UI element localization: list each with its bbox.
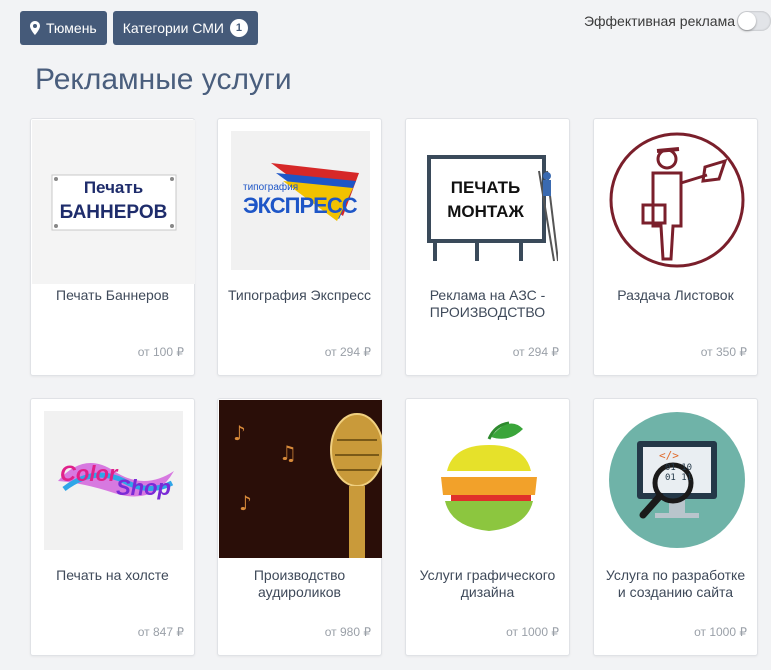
effective-ads-filter: Эффективная реклама: [584, 11, 771, 31]
service-card-audio-ads[interactable]: ♪ ♫ ♪ ♫ Производство аудироликов от 980 …: [217, 398, 382, 656]
categories-label: Категории СМИ: [122, 20, 224, 36]
card-price: от 1000 ₽: [506, 625, 559, 639]
categories-button[interactable]: Категории СМИ 1: [112, 11, 258, 45]
card-price: от 100 ₽: [137, 345, 184, 359]
gas-station-ads-image: ПЕЧАТЬ МОНТАЖ: [419, 131, 558, 270]
typography-image-line2: ЭКСПРЕСС: [243, 193, 358, 218]
leaflets-image: [607, 131, 746, 270]
typography-image: типография ЭКСПРЕСС: [231, 131, 370, 270]
service-card-banner-printing[interactable]: Печать БАННЕРОВ Печать Баннеров от 100 ₽: [30, 118, 195, 376]
apple-icon: [441, 421, 537, 531]
banner-image-line2: БАННЕРОВ: [59, 202, 168, 223]
city-button[interactable]: Тюмень: [20, 11, 107, 45]
card-title: Раздача Листовок: [617, 287, 734, 303]
svg-text:♪: ♪: [239, 491, 252, 515]
svg-text:♪: ♪: [233, 421, 246, 445]
topbar: Тюмень Категории СМИ 1: [20, 11, 258, 45]
service-card-web-development[interactable]: </> 01 10 01 11 Услуга по разработке и с…: [593, 398, 758, 656]
card-price: от 980 ₽: [324, 625, 371, 639]
card-title: Реклама на АЗС - ПРОИЗВОДСТВО: [429, 287, 546, 320]
banner-image-line1: Печать: [83, 178, 144, 197]
card-title: Печать Баннеров: [56, 287, 169, 303]
typography-image-line1: типография: [243, 182, 299, 193]
billboard-image-line1: ПЕЧАТЬ: [450, 178, 521, 197]
card-title: Услуги графического дизайна: [419, 567, 556, 600]
microphone-icon: ♪ ♫ ♪ ♫: [219, 400, 382, 558]
audio-ads-image: ♪ ♫ ♪ ♫: [219, 400, 382, 558]
card-price: от 847 ₽: [137, 625, 184, 639]
card-price: от 1000 ₽: [694, 625, 747, 639]
service-card-canvas-printing[interactable]: Color Shop Печать на холсте от 847 ₽: [30, 398, 195, 656]
code-brackets-text: </>: [659, 449, 679, 462]
location-pin-icon: [30, 21, 40, 35]
card-price: от 294 ₽: [512, 345, 559, 359]
graphic-design-image: [419, 411, 558, 550]
city-label: Тюмень: [46, 20, 97, 36]
effective-ads-toggle[interactable]: [737, 11, 771, 31]
card-price: от 294 ₽: [324, 345, 371, 359]
svg-text:♫: ♫: [279, 441, 297, 465]
card-title: Типография Экспресс: [227, 287, 372, 303]
categories-count-badge: 1: [229, 19, 248, 37]
billboard-icon: [427, 155, 558, 262]
binary-text: 01 10 01 11: [665, 463, 693, 483]
toggle-knob: [738, 12, 756, 30]
service-card-graphic-design[interactable]: Услуги графического дизайна от 1000 ₽: [405, 398, 570, 656]
service-card-gas-station-ads[interactable]: ПЕЧАТЬ МОНТАЖ Реклама на АЗС - ПРОИЗВОДС…: [405, 118, 570, 376]
canvas-image-line2: Shop: [116, 475, 171, 500]
card-title: Печать на холсте: [56, 567, 169, 583]
service-card-leaflets[interactable]: Раздача Листовок от 350 ₽: [593, 118, 758, 376]
billboard-image-line2: МОНТАЖ: [447, 202, 524, 221]
card-title: Производство аудироликов: [253, 567, 346, 600]
canvas-printing-image: Color Shop: [44, 411, 183, 550]
page-title: Рекламные услуги: [35, 63, 292, 96]
banner-printing-image: Печать БАННЕРОВ: [32, 120, 195, 284]
service-card-typography[interactable]: типография ЭКСПРЕСС Типография Экспресс …: [217, 118, 382, 376]
card-price: от 350 ₽: [700, 345, 747, 359]
effective-ads-label: Эффективная реклама: [583, 13, 735, 29]
card-title: Услуга по разработке и созданию сайта: [605, 567, 746, 600]
web-development-image: </> 01 10 01 11: [607, 411, 746, 550]
leaflet-distributor-icon: [609, 132, 745, 268]
canvas-image-line1: Color: [60, 461, 118, 486]
